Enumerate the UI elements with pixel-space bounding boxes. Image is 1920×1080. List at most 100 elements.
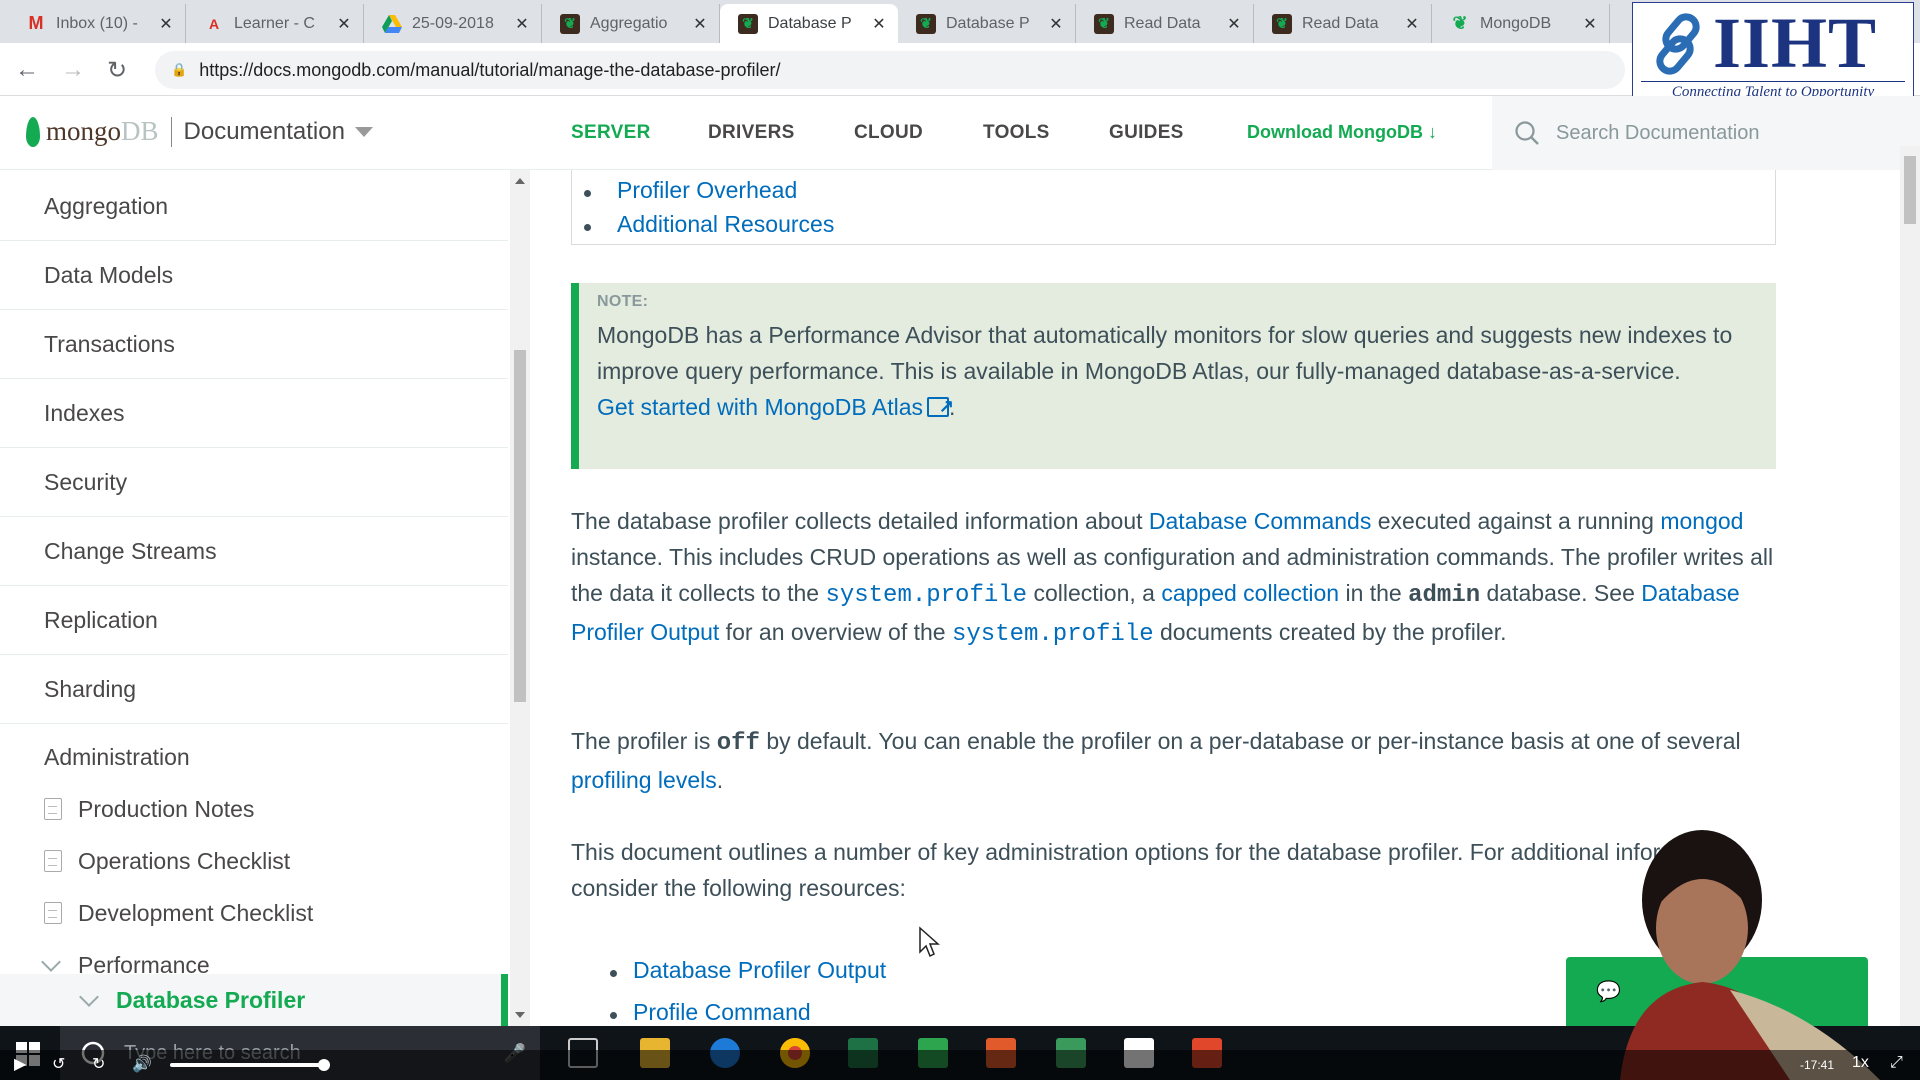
document-icon <box>44 902 62 924</box>
scroll-up-arrow-icon[interactable] <box>515 178 525 184</box>
resource-link-profiler-output[interactable]: Database Profiler Output <box>609 957 886 984</box>
toc-link-additional-resources[interactable]: Additional Resources <box>583 211 834 238</box>
chevron-down-icon <box>41 952 61 972</box>
documentation-label: Documentation <box>183 117 345 145</box>
sidebar-item-label: Operations Checklist <box>78 847 291 874</box>
reload-icon[interactable]: ↻ <box>102 55 132 85</box>
mongodb-logo[interactable]: mongo DB Documentation <box>26 116 373 147</box>
sidebar: Aggregation Data Models Transactions Ind… <box>0 170 510 1026</box>
lock-icon: 🔒 <box>171 62 188 77</box>
sidebar-item-sharding[interactable]: Sharding <box>0 655 508 724</box>
close-tab-icon[interactable]: ✕ <box>335 14 353 34</box>
sidebar-item-replication[interactable]: Replication <box>0 586 508 655</box>
off-code: off <box>716 730 760 757</box>
browser-tab[interactable]: 25-09-2018 ✕ <box>364 4 542 43</box>
close-tab-icon[interactable]: ✕ <box>870 14 888 34</box>
browser-tab[interactable]: ❦ Database P ✕ <box>898 4 1076 43</box>
nav-cloud[interactable]: CLOUD <box>854 122 923 144</box>
caret-down-icon[interactable] <box>354 126 373 137</box>
browser-tab[interactable]: ❦ Aggregatio ✕ <box>542 4 720 43</box>
acrobat-icon: A <box>208 15 220 32</box>
forward-icon[interactable]: ↻ <box>92 1054 105 1074</box>
system-profile-link[interactable]: system.profile <box>825 582 1027 609</box>
browser-tab[interactable]: ❦ MongoDB ✕ <box>1432 4 1610 43</box>
watermark-name: IIHT <box>1713 3 1878 83</box>
url-text: https://docs.mongodb.com/manual/tutorial… <box>199 59 781 80</box>
nav-server[interactable]: SERVER <box>571 122 651 144</box>
sidebar-item-data-models[interactable]: Data Models <box>0 241 508 310</box>
sidebar-item-label: Database Profiler <box>116 986 306 1013</box>
mongodb-leaf-icon: ❦ <box>1452 13 1468 33</box>
sidebar-scrollbar[interactable] <box>510 170 530 1026</box>
system-profile-link-2[interactable]: system.profile <box>952 621 1154 648</box>
sidebar-item-aggregation[interactable]: Aggregation <box>0 172 508 241</box>
sidebar-item-operations-checklist[interactable]: Operations Checklist <box>44 836 290 886</box>
sidebar-item-development-checklist[interactable]: Development Checklist <box>44 888 313 938</box>
capped-collection-link[interactable]: capped collection <box>1161 580 1339 606</box>
nav-guides[interactable]: GUIDES <box>1109 122 1184 144</box>
note-callout: NOTE: MongoDB has a Performance Advisor … <box>571 283 1776 469</box>
sidebar-item-change-streams[interactable]: Change Streams <box>0 517 508 586</box>
sidebar-item-production-notes[interactable]: Production Notes <box>44 784 254 834</box>
rewind-icon[interactable]: ↺ <box>52 1054 65 1074</box>
mongodb-leaf-icon: ❦ <box>738 13 758 34</box>
nav-tools[interactable]: TOOLS <box>983 122 1050 144</box>
forward-arrow-icon[interactable]: → <box>58 55 88 85</box>
browser-tab[interactable]: ❦ Read Data ✕ <box>1254 4 1432 43</box>
volume-slider-knob[interactable] <box>318 1059 330 1071</box>
close-tab-icon[interactable]: ✕ <box>1581 14 1599 34</box>
admin-code: admin <box>1408 582 1481 609</box>
play-icon[interactable]: ▶ <box>14 1054 26 1074</box>
paragraph-default-off: The profiler is off by default. You can … <box>571 728 1741 793</box>
close-tab-icon[interactable]: ✕ <box>513 14 531 34</box>
sidebar-item-indexes[interactable]: Indexes <box>0 379 508 448</box>
scrollbar-thumb[interactable] <box>1904 156 1916 224</box>
fullscreen-icon[interactable]: ⤢ <box>1890 1054 1903 1072</box>
sidebar-item-security[interactable]: Security <box>0 448 508 517</box>
note-text: MongoDB has a Performance Advisor that a… <box>597 317 1750 425</box>
sidebar-item-administration[interactable]: Administration <box>44 732 190 782</box>
search-input[interactable]: Search Documentation <box>1492 96 1920 170</box>
video-player-controls: ▶ ↺ ↻ 🔊 -17:41 1x ⤢ <box>0 1050 1920 1080</box>
tab-title: MongoDB <box>1480 14 1552 32</box>
back-arrow-icon[interactable]: ← <box>12 55 42 85</box>
resource-link-profile-command[interactable]: Profile Command <box>610 999 811 1026</box>
close-tab-icon[interactable]: ✕ <box>1225 14 1243 34</box>
drive-icon <box>382 14 402 34</box>
mongod-link[interactable]: mongod <box>1660 508 1743 534</box>
logo-db-text: DB <box>121 116 159 146</box>
nav-drivers[interactable]: DRIVERS <box>708 122 795 144</box>
close-tab-icon[interactable]: ✕ <box>691 14 709 34</box>
scrollbar-thumb[interactable] <box>514 350 526 702</box>
table-of-contents: Profiler Overhead Additional Resources <box>571 170 1776 245</box>
chain-link-icon <box>1656 13 1700 75</box>
note-label: NOTE: <box>597 293 649 310</box>
scroll-down-arrow-icon[interactable] <box>515 1012 525 1018</box>
external-link-icon <box>927 388 954 424</box>
url-input[interactable]: 🔒 https://docs.mongodb.com/manual/tutori… <box>155 51 1625 89</box>
atlas-link[interactable]: Get started with MongoDB Atlas <box>597 388 954 424</box>
download-mongodb-link[interactable]: Download MongoDB ↓ <box>1247 122 1437 143</box>
close-tab-icon[interactable]: ✕ <box>157 14 175 34</box>
gmail-icon: M <box>28 13 44 33</box>
logo-mongo-text: mongo <box>46 116 122 146</box>
presenter-webcam-video <box>1620 830 1880 1080</box>
profiling-levels-link[interactable]: profiling levels <box>571 767 717 793</box>
toc-link-profiler-overhead[interactable]: Profiler Overhead <box>583 177 797 204</box>
browser-tab-active[interactable]: ❦ Database P ✕ <box>720 4 898 43</box>
note-body: MongoDB has a Performance Advisor that a… <box>597 322 1733 384</box>
search-placeholder: Search Documentation <box>1556 121 1760 144</box>
mouse-cursor-icon <box>919 926 940 958</box>
browser-tab[interactable]: A Learner - C ✕ <box>186 4 364 43</box>
volume-icon[interactable]: 🔊 <box>132 1054 152 1074</box>
browser-tab[interactable]: M Inbox (10) - ✕ <box>8 4 186 43</box>
chevron-down-icon <box>79 987 99 1007</box>
database-commands-link[interactable]: Database Commands <box>1149 508 1371 534</box>
browser-tab[interactable]: ❦ Read Data ✕ <box>1076 4 1254 43</box>
volume-slider[interactable] <box>170 1063 320 1067</box>
sidebar-item-transactions[interactable]: Transactions <box>0 310 508 379</box>
playback-speed[interactable]: 1x <box>1852 1054 1869 1072</box>
close-tab-icon[interactable]: ✕ <box>1047 14 1065 34</box>
tab-title: Read Data <box>1124 14 1201 32</box>
close-tab-icon[interactable]: ✕ <box>1403 14 1421 34</box>
